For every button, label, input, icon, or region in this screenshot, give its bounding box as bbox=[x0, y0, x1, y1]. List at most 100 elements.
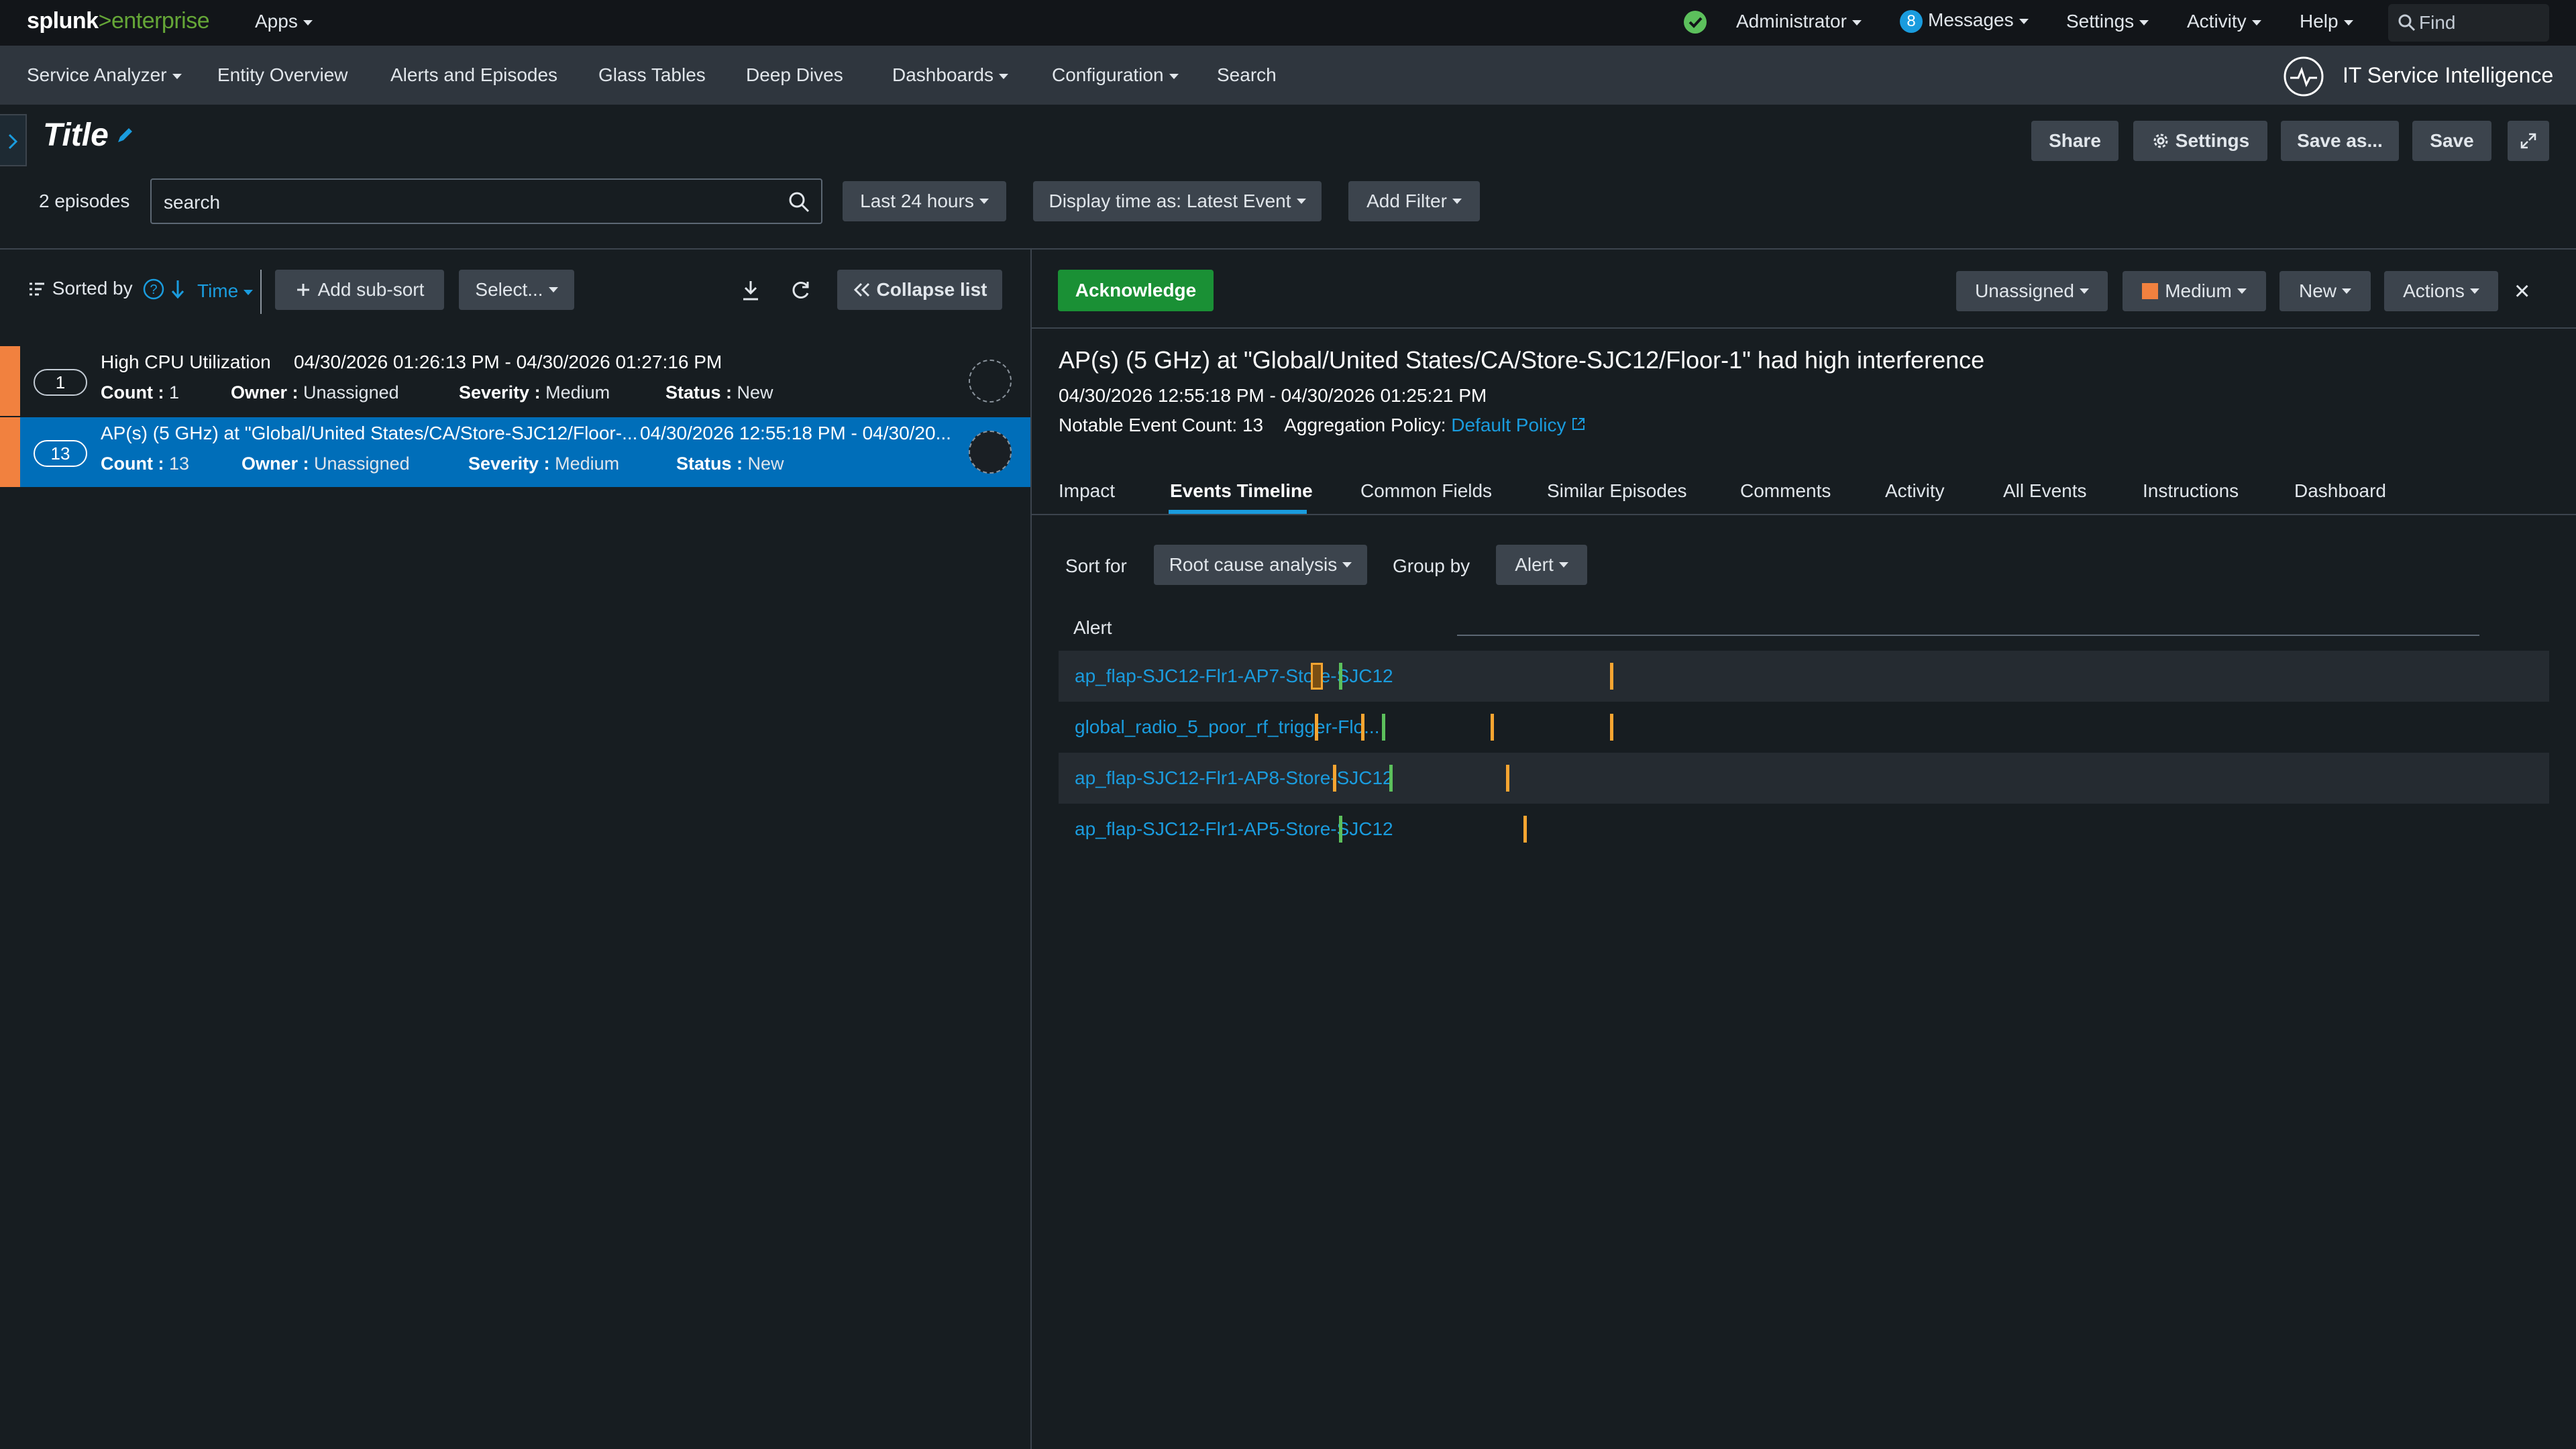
activity-menu[interactable]: Activity bbox=[2187, 11, 2261, 32]
timeline-event-mark[interactable] bbox=[1315, 714, 1319, 741]
timeline-row: ap_flap-SJC12-Flr1-AP5-Store-SJC12 bbox=[1059, 804, 2549, 855]
tab-common-fields[interactable]: Common Fields bbox=[1360, 480, 1492, 502]
edit-pencil-icon[interactable] bbox=[115, 126, 134, 145]
timeline-event-mark[interactable] bbox=[1361, 714, 1365, 741]
timeline-event-mark[interactable] bbox=[1382, 714, 1386, 741]
alert-link[interactable]: ap_flap-SJC12-Flr1-AP8-Store-SJC12 bbox=[1075, 767, 1393, 789]
tab-dashboard[interactable]: Dashboard bbox=[2294, 480, 2386, 502]
nav-glass-tables[interactable]: Glass Tables bbox=[598, 64, 706, 86]
episodes-count: 2 episodes bbox=[39, 191, 130, 211]
download-icon[interactable] bbox=[741, 279, 761, 302]
nav-search[interactable]: Search bbox=[1217, 64, 1277, 86]
timeline-row: ap_flap-SJC12-Flr1-AP8-Store-SJC12 bbox=[1059, 753, 2549, 804]
alert-link[interactable]: ap_flap-SJC12-Flr1-AP5-Store-SJC12 bbox=[1075, 818, 1393, 840]
nav-dashboards[interactable]: Dashboards bbox=[892, 64, 1008, 86]
search-icon[interactable] bbox=[788, 191, 810, 213]
nav-entity-overview[interactable]: Entity Overview bbox=[217, 64, 348, 86]
pane-divider[interactable] bbox=[1030, 250, 1032, 1449]
add-filter-dropdown[interactable]: Add Filter bbox=[1348, 181, 1480, 221]
select-dropdown[interactable]: Select... bbox=[459, 270, 574, 310]
timeline-event-mark[interactable] bbox=[1610, 663, 1614, 690]
episode-severity: Severity : Medium bbox=[459, 382, 610, 402]
page-title: Title bbox=[43, 117, 109, 153]
sort-for-dropdown[interactable]: Root cause analysis bbox=[1154, 545, 1367, 585]
plus-icon bbox=[297, 284, 309, 296]
chevron-down-icon bbox=[548, 287, 558, 292]
settings-button[interactable]: Settings bbox=[2133, 121, 2267, 161]
acknowledge-button[interactable]: Acknowledge bbox=[1058, 270, 1214, 311]
episode-time-range: 04/30/2026 12:55:18 PM - 04/30/20... bbox=[640, 423, 951, 443]
expand-icon bbox=[2520, 133, 2536, 149]
tab-similar-episodes[interactable]: Similar Episodes bbox=[1547, 480, 1687, 502]
add-sub-sort-button[interactable]: Add sub-sort bbox=[275, 270, 444, 310]
messages-menu[interactable]: 8 Messages bbox=[1900, 9, 2029, 33]
help-menu[interactable]: Help bbox=[2300, 11, 2353, 32]
fullscreen-button[interactable] bbox=[2508, 121, 2549, 161]
help-circle-icon[interactable]: ? bbox=[142, 278, 165, 301]
sort-field-dropdown[interactable]: Time bbox=[197, 280, 254, 302]
owner-dropdown[interactable]: Unassigned bbox=[1956, 271, 2108, 311]
episode-row[interactable]: 1 High CPU Utilization 04/30/2026 01:26:… bbox=[0, 346, 1030, 416]
health-status-icon[interactable] bbox=[1682, 9, 1708, 40]
time-range-dropdown[interactable]: Last 24 hours bbox=[843, 181, 1006, 221]
tab-events-timeline[interactable]: Events Timeline bbox=[1170, 480, 1313, 502]
settings-menu[interactable]: Settings bbox=[2066, 11, 2149, 32]
svg-text:?: ? bbox=[150, 282, 157, 297]
alert-link[interactable]: ap_flap-SJC12-Flr1-AP7-Store-SJC12 bbox=[1075, 665, 1393, 687]
splunk-logo[interactable]: splunk>enterprise bbox=[27, 8, 210, 34]
actions-dropdown[interactable]: Actions bbox=[2384, 271, 2498, 311]
tab-impact[interactable]: Impact bbox=[1059, 480, 1115, 502]
timeline-event-mark[interactable] bbox=[1338, 663, 1342, 690]
group-by-dropdown[interactable]: Alert bbox=[1496, 545, 1587, 585]
display-time-dropdown[interactable]: Display time as: Latest Event bbox=[1033, 181, 1322, 221]
sort-descending-icon[interactable] bbox=[169, 278, 186, 301]
nav-deep-dives[interactable]: Deep Dives bbox=[746, 64, 843, 86]
chevron-down-icon bbox=[2139, 19, 2149, 25]
alert-link[interactable]: global_radio_5_poor_rf_trigger-Flo... bbox=[1075, 716, 1380, 738]
save-as-button[interactable]: Save as... bbox=[2281, 121, 2399, 161]
check-circle-icon bbox=[1684, 11, 1707, 34]
collapse-list-button[interactable]: Collapse list bbox=[837, 270, 1002, 310]
tab-instructions[interactable]: Instructions bbox=[2143, 480, 2239, 502]
timeline-event-mark[interactable] bbox=[1610, 714, 1614, 741]
search-icon bbox=[2398, 14, 2416, 32]
chevron-down-icon bbox=[1452, 199, 1462, 204]
severity-swatch bbox=[2142, 283, 2159, 299]
chevron-down-icon bbox=[2079, 288, 2089, 294]
chevron-down-icon bbox=[979, 199, 989, 204]
episode-status: Status : New bbox=[676, 453, 784, 474]
refresh-icon[interactable] bbox=[790, 279, 812, 301]
severity-dropdown[interactable]: Medium bbox=[2123, 271, 2266, 311]
tab-comments[interactable]: Comments bbox=[1740, 480, 1831, 502]
episode-count: Count : 1 bbox=[101, 382, 180, 402]
tab-activity[interactable]: Activity bbox=[1885, 480, 1945, 502]
chevron-down-icon bbox=[2237, 288, 2247, 294]
episode-search-input[interactable]: search bbox=[150, 178, 822, 224]
timeline-event-mark[interactable] bbox=[1491, 714, 1495, 741]
close-icon[interactable]: × bbox=[2514, 276, 2530, 307]
apps-menu[interactable]: Apps bbox=[255, 11, 313, 32]
share-button[interactable]: Share bbox=[2031, 121, 2118, 161]
aggregation-policy-link[interactable]: Default Policy bbox=[1451, 415, 1586, 435]
timeline-event-mark[interactable] bbox=[1389, 765, 1393, 792]
save-button[interactable]: Save bbox=[2412, 121, 2491, 161]
administrator-menu[interactable]: Administrator bbox=[1736, 11, 1862, 32]
find-input[interactable]: Find bbox=[2388, 4, 2549, 42]
tab-all-events[interactable]: All Events bbox=[2003, 480, 2087, 502]
episode-status: Status : New bbox=[665, 382, 773, 402]
status-dropdown[interactable]: New bbox=[2279, 271, 2371, 311]
timeline-event-mark[interactable] bbox=[1332, 765, 1336, 792]
timeline-event-mark[interactable] bbox=[1311, 663, 1324, 690]
episode-owner: Owner : Unassigned bbox=[231, 382, 399, 402]
episode-title: AP(s) (5 GHz) at "Global/United States/C… bbox=[101, 423, 638, 443]
timeline-event-mark[interactable] bbox=[1523, 816, 1527, 843]
timeline-event-mark[interactable] bbox=[1505, 765, 1509, 792]
tabs-divider bbox=[1032, 514, 2576, 515]
timeline-row: global_radio_5_poor_rf_trigger-Flo... bbox=[1059, 702, 2549, 753]
nav-alerts-and-episodes[interactable]: Alerts and Episodes bbox=[390, 64, 557, 86]
nav-configuration[interactable]: Configuration bbox=[1052, 64, 1179, 86]
nav-service-analyzer[interactable]: Service Analyzer bbox=[27, 64, 182, 86]
timeline-event-mark[interactable] bbox=[1338, 816, 1342, 843]
episode-row-selected[interactable]: 13 AP(s) (5 GHz) at "Global/United State… bbox=[0, 417, 1030, 487]
expand-sidebar-tab[interactable] bbox=[0, 114, 27, 166]
